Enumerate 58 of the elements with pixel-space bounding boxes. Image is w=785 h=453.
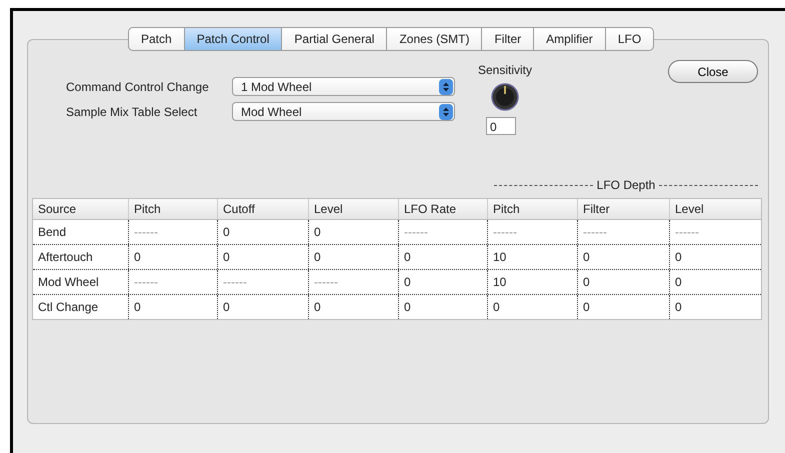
- table-cell: 0: [217, 245, 308, 269]
- setting-label: Command Control Change: [66, 80, 210, 94]
- table-cell: 0: [308, 220, 398, 244]
- tab[interactable]: Zones (SMT): [387, 27, 482, 51]
- table-cell-text: Mod Wheel: [37, 274, 100, 291]
- group-label: LFO Depth: [596, 178, 656, 192]
- table-cell: 0: [669, 245, 761, 269]
- table-cell: 0: [398, 295, 487, 319]
- table-cell-text: Bend: [37, 224, 68, 241]
- table-cell: ------: [128, 270, 217, 294]
- knob-icon[interactable]: [491, 83, 520, 111]
- table-cell: ------: [128, 220, 217, 244]
- column-header: Level: [308, 199, 398, 219]
- sensitivity-label: Sensitivity: [478, 63, 532, 77]
- tab[interactable]: Patch: [128, 27, 185, 51]
- column-header: Source: [37, 201, 78, 218]
- table-cell: 0: [128, 295, 217, 319]
- table-cell: 0: [217, 295, 308, 319]
- stepper-icon: [439, 104, 453, 120]
- table-cell: ------: [577, 220, 669, 244]
- table-cell: ------: [669, 220, 761, 244]
- table-cell: 0: [577, 270, 669, 294]
- table-cell: 0: [487, 295, 577, 319]
- dropdown[interactable]: Mod Wheel: [232, 102, 455, 121]
- table-cell: 0: [577, 295, 669, 319]
- table-cell: 0: [577, 245, 669, 269]
- table-cell-text: Ctl Change: [37, 299, 100, 316]
- table-cell: 0: [308, 245, 398, 269]
- column-header: LFO Rate: [398, 199, 487, 219]
- column-header: Filter: [577, 199, 669, 219]
- table-cell: ------: [217, 270, 308, 294]
- table-cell: 0: [398, 270, 487, 294]
- tab[interactable]: Filter: [482, 27, 534, 51]
- table-cell: ------: [487, 220, 577, 244]
- tab[interactable]: Patch Control: [184, 27, 282, 51]
- table-cell: ------: [308, 270, 398, 294]
- column-header: Level: [669, 199, 761, 219]
- close-button[interactable]: Close: [668, 60, 758, 83]
- table-cell: 0: [669, 270, 761, 294]
- column-header: Pitch: [128, 199, 217, 219]
- table-cell: 0: [308, 295, 398, 319]
- tab[interactable]: Partial General: [282, 27, 388, 51]
- table-cell: 0: [128, 245, 217, 269]
- table-cell: 0: [669, 295, 761, 319]
- sensitivity-field[interactable]: 0: [486, 117, 516, 135]
- tab[interactable]: Amplifier: [534, 27, 606, 51]
- table-cell: 10: [487, 245, 577, 269]
- column-header: Cutoff: [217, 199, 308, 219]
- stepper-icon: [439, 78, 453, 94]
- setting-label: Sample Mix Table Select: [66, 104, 198, 118]
- column-header: Pitch: [487, 199, 577, 219]
- table-cell: ------: [398, 220, 487, 244]
- table-cell-text: Aftertouch: [37, 249, 94, 266]
- dropdown[interactable]: 1 Mod Wheel: [232, 77, 455, 96]
- table-cell: 0: [398, 245, 487, 269]
- table-cell: 10: [487, 270, 577, 294]
- table-cell: 0: [217, 220, 308, 244]
- tab[interactable]: LFO: [606, 27, 654, 51]
